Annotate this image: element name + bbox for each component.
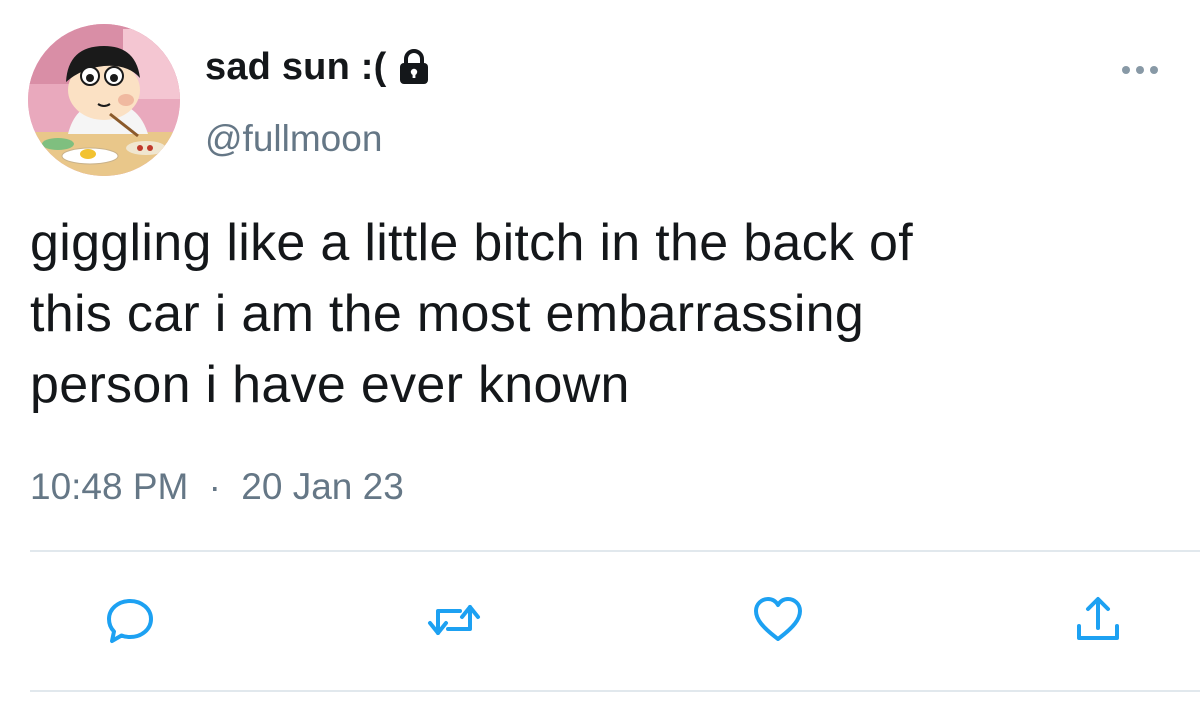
retweet-button[interactable] [424, 590, 484, 650]
more-dots-icon[interactable] [1118, 58, 1162, 82]
action-bar [0, 590, 1200, 654]
author-handle[interactable]: @fullmoon [205, 118, 382, 160]
display-name[interactable]: sad sun :( [205, 46, 386, 89]
avatar-image [28, 24, 180, 176]
lock-icon [394, 47, 434, 87]
divider-bottom [30, 690, 1200, 692]
tweet-timestamp[interactable]: 10:48 PM · 20 Jan 23 [30, 466, 404, 508]
retweet-icon [424, 593, 484, 647]
reply-icon [103, 593, 157, 647]
reply-button[interactable] [100, 590, 160, 650]
share-icon [1071, 592, 1125, 648]
avatar[interactable] [28, 24, 180, 176]
tweet-text: giggling like a little bitch in the back… [30, 214, 913, 414]
timestamp-separator: · [208, 466, 221, 507]
share-button[interactable] [1068, 590, 1128, 650]
divider-top [30, 550, 1200, 552]
author-name-row[interactable]: sad sun :( [205, 42, 434, 92]
tweet-date[interactable]: 20 Jan 23 [241, 466, 404, 507]
heart-icon [750, 593, 806, 647]
tweet-time[interactable]: 10:48 PM [30, 466, 188, 507]
like-button[interactable] [748, 590, 808, 650]
tweet: sad sun :( @fullmoon giggling like a lit… [0, 0, 1200, 710]
